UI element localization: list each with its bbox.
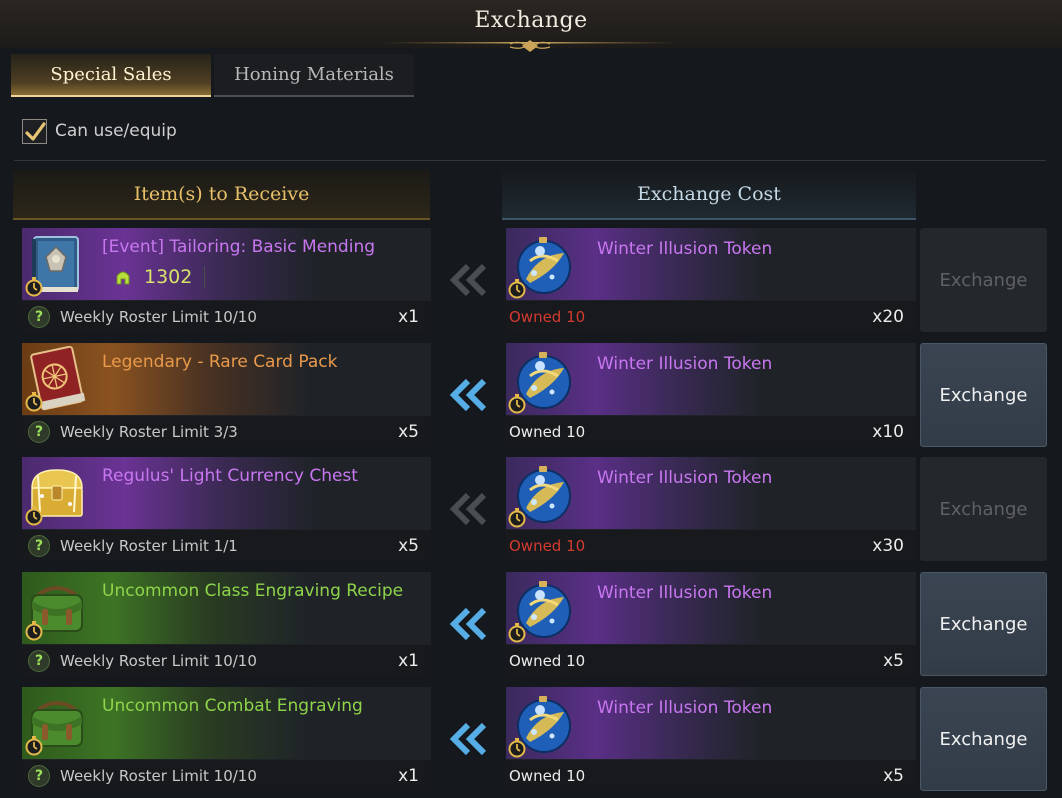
window-title: Exchange xyxy=(474,8,588,33)
cost-item: Winter Illusion Token Owned 10 x5 xyxy=(506,687,916,791)
cost-footer: Owned 10 x20 xyxy=(506,301,916,332)
tab-honing-materials[interactable]: Honing Materials xyxy=(214,54,414,97)
helmet-icon xyxy=(114,268,132,286)
stopwatch-icon xyxy=(508,394,526,414)
help-icon[interactable]: ? xyxy=(28,420,50,443)
token-name: Winter Illusion Token xyxy=(597,239,773,259)
stopwatch-icon xyxy=(25,392,43,412)
ornament-icon xyxy=(380,40,680,52)
exchange-row: Uncommon Class Engraving Recipe ? Weekly… xyxy=(0,572,1062,676)
exchange-row: Uncommon Combat Engraving ? Weekly Roste… xyxy=(0,687,1062,791)
receive-footer: ? Weekly Roster Limit 10/10 x1 xyxy=(22,760,431,791)
receive-quantity: x5 xyxy=(398,421,419,442)
cost-item: Winter Illusion Token Owned 10 x20 xyxy=(506,228,916,332)
can-use-filter[interactable]: Can use/equip xyxy=(22,118,177,144)
double-chevron-left-icon xyxy=(446,262,490,298)
receive-footer: ? Weekly Roster Limit 10/10 x1 xyxy=(22,645,431,676)
cost-amount: x5 xyxy=(883,650,904,671)
token-name: Winter Illusion Token xyxy=(597,354,773,374)
divider xyxy=(14,160,1046,161)
double-chevron-left-icon xyxy=(446,606,490,642)
receive-column-header: Item(s) to Receive xyxy=(13,170,430,220)
points-value: 1302 xyxy=(144,266,193,288)
help-icon[interactable]: ? xyxy=(28,534,50,557)
cost-amount: x10 xyxy=(872,421,904,442)
receive-footer: ? Weekly Roster Limit 1/1 x5 xyxy=(22,530,431,561)
roster-limit: Weekly Roster Limit 1/1 xyxy=(60,536,238,555)
stopwatch-icon xyxy=(508,508,526,528)
points-separator xyxy=(204,266,206,288)
owned-count: Owned 10 xyxy=(509,422,586,441)
cost-footer: Owned 10 x5 xyxy=(506,760,916,791)
receive-quantity: x1 xyxy=(398,650,419,671)
double-chevron-left-icon xyxy=(446,377,490,413)
stopwatch-icon xyxy=(25,736,43,756)
receive-footer: ? Weekly Roster Limit 10/10 x1 xyxy=(22,301,431,332)
owned-count: Owned 10 xyxy=(509,536,586,555)
receive-footer: ? Weekly Roster Limit 3/3 x5 xyxy=(22,416,431,447)
item-name: Legendary - Rare Card Pack xyxy=(102,352,338,372)
token-name: Winter Illusion Token xyxy=(597,698,773,718)
item-name: [Event] Tailoring: Basic Mending xyxy=(102,237,376,257)
window-title-bar: Exchange xyxy=(0,0,1062,52)
tab-special-sales[interactable]: Special Sales xyxy=(11,54,211,97)
stopwatch-icon xyxy=(25,277,43,297)
receive-item: Legendary - Rare Card Pack ? Weekly Rost… xyxy=(22,343,431,447)
cost-amount: x20 xyxy=(872,306,904,327)
can-use-checkbox[interactable] xyxy=(22,118,47,144)
cost-amount: x5 xyxy=(883,765,904,786)
cost-item: Winter Illusion Token Owned 10 x5 xyxy=(506,572,916,676)
exchange-row: Regulus' Light Currency Chest ? Weekly R… xyxy=(0,457,1062,561)
cost-amount: x30 xyxy=(872,535,904,556)
stopwatch-icon xyxy=(25,621,43,641)
double-chevron-left-icon xyxy=(446,721,490,757)
token-name: Winter Illusion Token xyxy=(597,468,773,488)
exchange-button[interactable]: Exchange xyxy=(920,457,1047,561)
exchange-button[interactable]: Exchange xyxy=(920,687,1047,791)
exchange-button[interactable]: Exchange xyxy=(920,572,1047,676)
help-icon[interactable]: ? xyxy=(28,305,50,328)
exchange-button[interactable]: Exchange xyxy=(920,228,1047,332)
receive-item: Uncommon Class Engraving Recipe ? Weekly… xyxy=(22,572,431,676)
cost-item: Winter Illusion Token Owned 10 x10 xyxy=(506,343,916,447)
owned-count: Owned 10 xyxy=(509,766,586,785)
stopwatch-icon xyxy=(25,506,43,526)
receive-item: Regulus' Light Currency Chest ? Weekly R… xyxy=(22,457,431,561)
can-use-label: Can use/equip xyxy=(55,121,177,141)
cost-footer: Owned 10 x10 xyxy=(506,416,916,447)
item-name: Uncommon Class Engraving Recipe xyxy=(102,581,404,601)
token-name: Winter Illusion Token xyxy=(597,583,773,603)
stopwatch-icon xyxy=(508,623,526,643)
receive-quantity: x1 xyxy=(398,765,419,786)
help-icon[interactable]: ? xyxy=(28,649,50,672)
item-name: Uncommon Combat Engraving xyxy=(102,696,363,716)
exchange-row: Legendary - Rare Card Pack ? Weekly Rost… xyxy=(0,343,1062,447)
checkmark-icon xyxy=(25,121,46,141)
owned-count: Owned 10 xyxy=(509,307,586,326)
cost-column-header: Exchange Cost xyxy=(502,170,916,220)
receive-item: [Event] Tailoring: Basic Mending 1302 ? … xyxy=(22,228,431,332)
exchange-button[interactable]: Exchange xyxy=(920,343,1047,447)
roster-limit: Weekly Roster Limit 3/3 xyxy=(60,422,238,441)
receive-quantity: x5 xyxy=(398,535,419,556)
item-name: Regulus' Light Currency Chest xyxy=(102,466,358,486)
cost-footer: Owned 10 x5 xyxy=(506,645,916,676)
roster-limit: Weekly Roster Limit 10/10 xyxy=(60,307,257,326)
receive-quantity: x1 xyxy=(398,306,419,327)
cost-item: Winter Illusion Token Owned 10 x30 xyxy=(506,457,916,561)
double-chevron-left-icon xyxy=(446,491,490,527)
receive-item: Uncommon Combat Engraving ? Weekly Roste… xyxy=(22,687,431,791)
help-icon[interactable]: ? xyxy=(28,764,50,787)
exchange-row: [Event] Tailoring: Basic Mending 1302 ? … xyxy=(0,228,1062,332)
item-points: 1302 xyxy=(114,266,206,288)
roster-limit: Weekly Roster Limit 10/10 xyxy=(60,766,257,785)
stopwatch-icon xyxy=(508,738,526,758)
cost-footer: Owned 10 x30 xyxy=(506,530,916,561)
stopwatch-icon xyxy=(508,279,526,299)
owned-count: Owned 10 xyxy=(509,651,586,670)
roster-limit: Weekly Roster Limit 10/10 xyxy=(60,651,257,670)
